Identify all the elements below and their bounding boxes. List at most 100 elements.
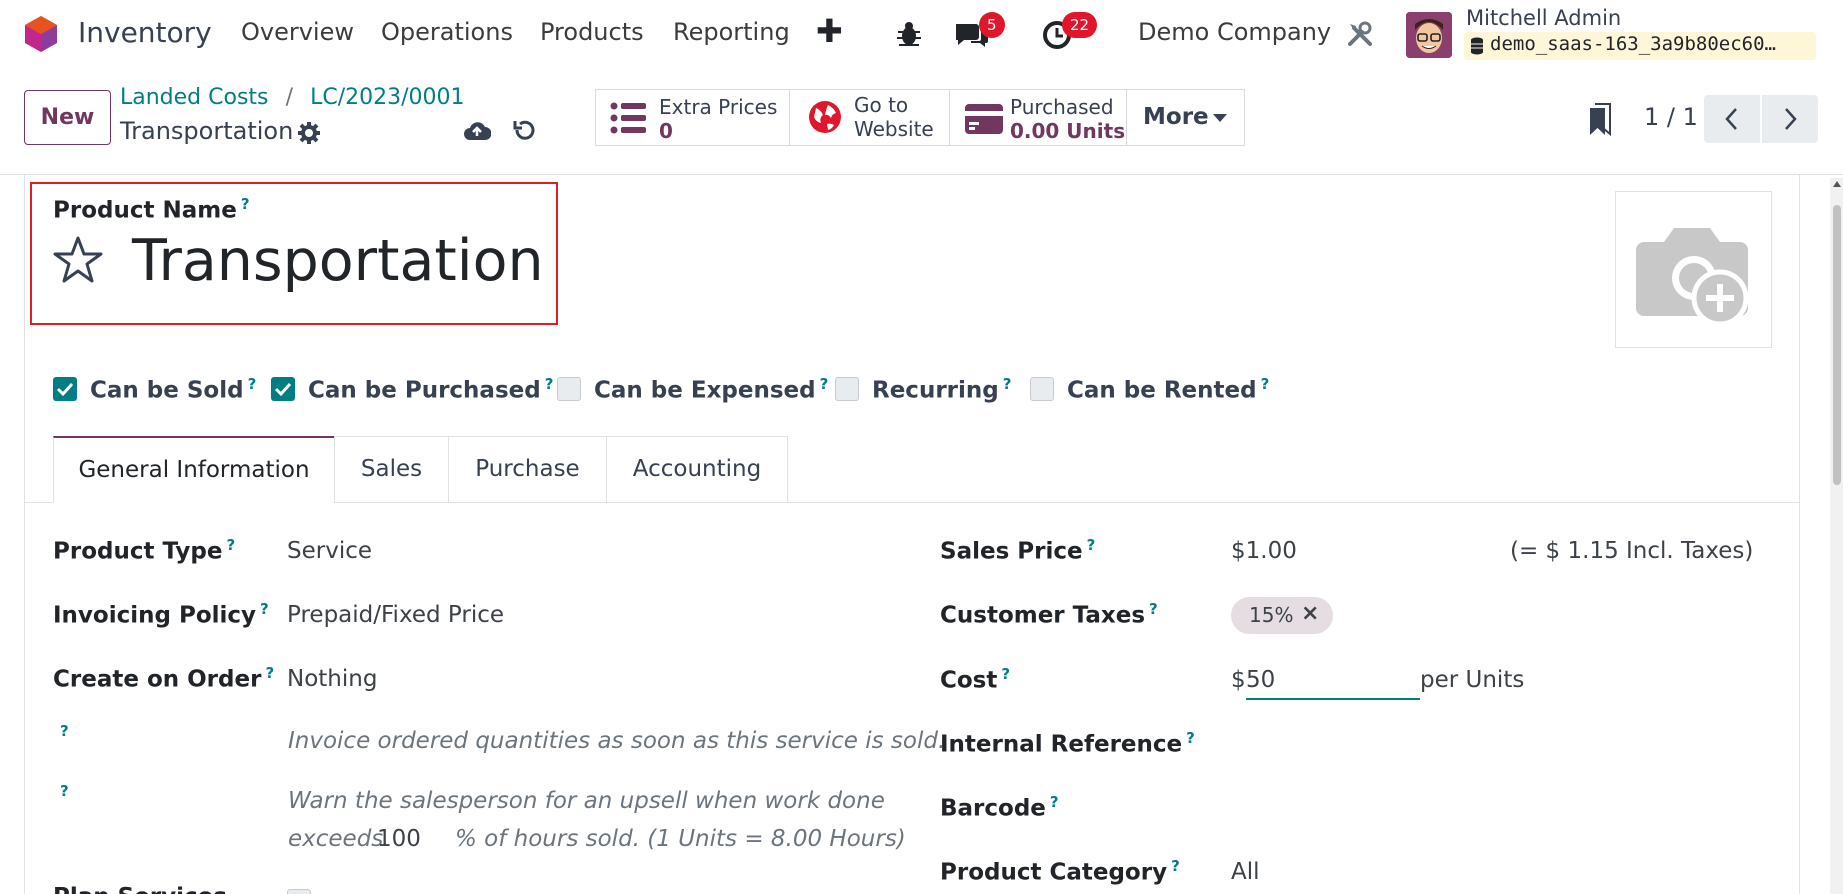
cost-unit: per Units xyxy=(1420,667,1525,693)
avatar-face-icon xyxy=(1406,12,1452,58)
can-be-purchased-label[interactable]: Can be Purchased? xyxy=(308,375,553,404)
purchased-button[interactable]: Purchased 0.00 Units xyxy=(949,89,1127,146)
can-be-purchased-checkbox[interactable] xyxy=(271,377,295,401)
discard-icon[interactable] xyxy=(512,118,536,142)
create-on-order-label: Create on Order? xyxy=(53,664,275,693)
product-name-field[interactable]: Transportation xyxy=(132,228,544,294)
tax-tag[interactable]: 15% × xyxy=(1231,597,1333,634)
extra-prices-label: Extra Prices xyxy=(659,95,778,119)
tab-accounting[interactable]: Accounting xyxy=(606,436,788,503)
extra-prices-value: 0 xyxy=(659,119,673,143)
bookmark-icon[interactable] xyxy=(1588,102,1612,136)
product-type-field[interactable]: Service xyxy=(287,538,372,564)
chevron-left-icon xyxy=(1725,108,1737,130)
can-be-expensed-checkbox[interactable] xyxy=(557,377,581,401)
plan-services-checkbox[interactable] xyxy=(287,889,311,894)
purchased-value: 0.00 Units xyxy=(1010,119,1126,143)
menu-reporting[interactable]: Reporting xyxy=(673,18,790,46)
pager-value[interactable]: 1 / 1 xyxy=(1644,103,1698,131)
database-indicator: demo_saas-163_3a9b80ec60… xyxy=(1464,32,1816,60)
breadcrumb-lc-record[interactable]: LC/2023/0001 xyxy=(310,85,464,110)
upsell-threshold-field[interactable]: 100 xyxy=(377,826,421,852)
can-be-sold-checkbox[interactable] xyxy=(53,377,77,401)
messages-badge: 5 xyxy=(979,12,1005,38)
globe-icon xyxy=(809,101,841,133)
plan-services-label: Plan Services xyxy=(53,884,227,894)
tab-purchase[interactable]: Purchase xyxy=(448,436,607,503)
company-switcher[interactable]: Demo Company xyxy=(1138,18,1331,46)
tax-tag-label: 15% xyxy=(1249,603,1294,627)
record-title: Transportation xyxy=(120,117,294,145)
internal-reference-field[interactable] xyxy=(1231,722,1771,762)
product-image[interactable] xyxy=(1615,191,1772,348)
favorite-star-icon[interactable] xyxy=(52,235,104,285)
help-tooltip[interactable]: ? xyxy=(60,782,69,800)
extra-prices-button[interactable]: Extra Prices 0 xyxy=(595,89,790,146)
can-be-rented-checkbox[interactable] xyxy=(1030,377,1054,401)
caret-down-icon xyxy=(1213,114,1227,122)
breadcrumb: Landed Costs / LC/2023/0001 xyxy=(120,85,465,110)
cost-currency: $ xyxy=(1231,667,1246,693)
can-be-sold-label[interactable]: Can be Sold? xyxy=(90,375,256,404)
app-name[interactable]: Inventory xyxy=(78,16,212,49)
invoicing-policy-label: Invoicing Policy? xyxy=(53,600,269,629)
user-name[interactable]: Mitchell Admin xyxy=(1466,6,1621,30)
product-name-label: Product Name? xyxy=(53,195,250,224)
help-tooltip[interactable]: ? xyxy=(60,722,69,740)
cloud-upload-icon[interactable] xyxy=(463,119,491,143)
chevron-right-icon xyxy=(1785,108,1797,130)
recurring-checkbox[interactable] xyxy=(835,377,859,401)
product-category-field[interactable]: All xyxy=(1231,859,1260,885)
gear-icon[interactable] xyxy=(298,122,320,144)
more-button[interactable]: More xyxy=(1126,89,1245,146)
cost-label: Cost? xyxy=(940,665,1011,694)
pager-next-button[interactable] xyxy=(1762,95,1818,143)
go-to-website-button[interactable]: Go to Website xyxy=(789,89,950,146)
cost-field[interactable]: 50 xyxy=(1246,662,1420,700)
menu-overview[interactable]: Overview xyxy=(241,18,354,46)
avatar[interactable] xyxy=(1406,12,1452,58)
check-icon xyxy=(56,382,74,397)
internal-reference-label: Internal Reference? xyxy=(940,729,1195,758)
control-panel: New Landed Costs / LC/2023/0001 Transpor… xyxy=(0,70,1843,175)
cost-value: 50 xyxy=(1246,667,1276,693)
camera-add-icon xyxy=(1636,228,1749,327)
menu-operations[interactable]: Operations xyxy=(381,18,513,46)
pager-previous-button[interactable] xyxy=(1704,95,1760,143)
settings-tools-icon[interactable] xyxy=(1346,20,1374,48)
product-type-label: Product Type? xyxy=(53,536,236,565)
can-be-expensed-label[interactable]: Can be Expensed? xyxy=(594,375,828,404)
can-be-rented-label[interactable]: Can be Rented? xyxy=(1067,375,1269,404)
barcode-label: Barcode? xyxy=(940,793,1059,822)
sales-price-field[interactable]: $1.00 xyxy=(1231,538,1297,564)
go-to-website-line1: Go to xyxy=(854,93,909,117)
menu-products[interactable]: Products xyxy=(540,18,644,46)
sales-price-label: Sales Price? xyxy=(940,536,1096,565)
database-icon xyxy=(1471,37,1483,55)
tax-tag-remove-icon[interactable]: × xyxy=(1301,601,1319,626)
barcode-field[interactable] xyxy=(1231,786,1771,826)
tab-sales[interactable]: Sales xyxy=(334,436,449,503)
plus-icon[interactable]: ✚ xyxy=(816,12,843,50)
scrollbar-thumb[interactable] xyxy=(1833,205,1841,485)
incl-taxes-text: (= $ 1.15 Incl. Taxes) xyxy=(1510,538,1754,564)
create-on-order-field[interactable]: Nothing xyxy=(287,666,377,692)
go-to-website-line2: Website xyxy=(854,117,934,141)
tab-general-information[interactable]: General Information xyxy=(53,436,335,503)
new-button[interactable]: New xyxy=(24,90,111,145)
breadcrumb-landed-costs[interactable]: Landed Costs xyxy=(120,85,269,110)
upsell-exceeds-text: exceeds xyxy=(288,826,384,852)
scroll-up-arrow-icon[interactable] xyxy=(1832,180,1842,188)
purchased-label: Purchased xyxy=(1010,95,1114,119)
app-logo-icon[interactable] xyxy=(22,14,60,54)
upsell-note-line2: % of hours sold. (1 Units = 8.00 Hours) xyxy=(455,826,906,852)
invoicing-policy-field[interactable]: Prepaid/Fixed Price xyxy=(287,602,504,628)
credit-card-icon xyxy=(965,104,1003,134)
bug-icon[interactable] xyxy=(896,20,922,48)
activities-badge: 22 xyxy=(1062,12,1098,38)
database-name: demo_saas-163_3a9b80ec60… xyxy=(1490,33,1776,55)
upsell-note-line1: Warn the salesperson for an upsell when … xyxy=(288,788,885,814)
top-navbar: Inventory Overview Operations Products R… xyxy=(0,0,1843,70)
invoice-policy-note: Invoice ordered quantities as soon as th… xyxy=(288,728,946,754)
recurring-label[interactable]: Recurring? xyxy=(872,375,1011,404)
